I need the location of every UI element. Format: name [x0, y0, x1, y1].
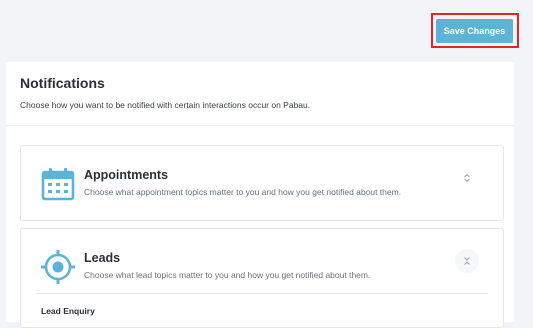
page-title: Notifications [20, 75, 105, 91]
collapse-toggle-leads[interactable] [455, 249, 479, 273]
leads-divider [36, 293, 488, 294]
appointments-section[interactable]: Appointments Choose what appointment top… [20, 145, 504, 221]
appointments-title: Appointments [84, 168, 169, 182]
page-subtitle: Choose how you want to be notified with … [20, 100, 311, 110]
expand-toggle-appointments[interactable] [455, 166, 479, 190]
lead-enquiry-heading: Lead Enquiry [41, 306, 95, 316]
expand-icon [464, 173, 470, 183]
collapse-icon [464, 257, 470, 265]
leads-description: Choose what lead topics matter to you an… [84, 270, 371, 280]
target-icon [41, 250, 75, 284]
notifications-panel: Notifications Choose how you want to be … [6, 62, 514, 328]
leads-section[interactable]: Leads Choose what lead topics matter to … [20, 228, 504, 328]
appointments-description: Choose what appointment topics matter to… [84, 187, 402, 197]
save-changes-button[interactable]: Save Changes [436, 19, 513, 43]
header-divider [6, 125, 514, 126]
calendar-icon [41, 168, 75, 201]
leads-title: Leads [84, 251, 121, 265]
